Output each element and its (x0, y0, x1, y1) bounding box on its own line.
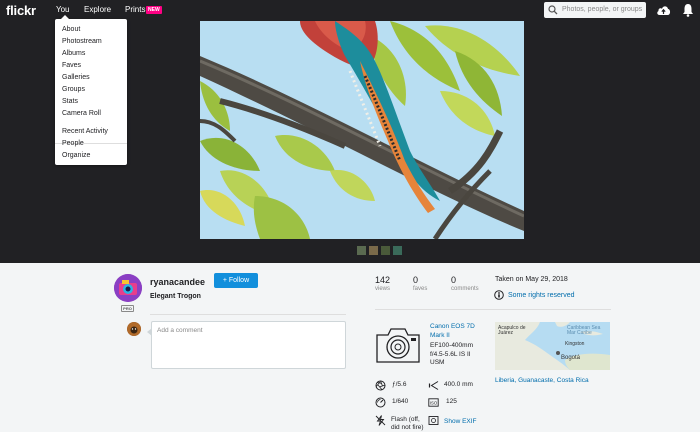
thumbnail[interactable] (381, 246, 390, 255)
location-link[interactable]: Liberia, Guanacaste, Costa Rica (495, 377, 589, 384)
thumbnail[interactable] (357, 246, 366, 255)
map-label-bogota: Bogotá (561, 355, 581, 361)
faves-label: faves (413, 286, 428, 292)
license-link[interactable]: Some rights reserved (508, 292, 575, 299)
thumbnail[interactable] (369, 246, 378, 255)
focal-length-icon (428, 381, 439, 390)
pro-badge: PRO (121, 305, 134, 312)
taken-date[interactable]: Taken on May 29, 2018 (495, 276, 568, 283)
you-dropdown-menu: About Photostream Albums Faves Galleries… (55, 15, 127, 165)
owner-avatar[interactable] (114, 274, 142, 302)
menu-item-people[interactable]: People (62, 140, 84, 147)
lens-line: f/4.5-5.6L IS II (430, 350, 471, 358)
show-exif-link[interactable]: Show EXIF (444, 418, 477, 425)
flickr-logo[interactable]: flickr (6, 3, 36, 18)
flash-icon (375, 415, 386, 426)
menu-item-galleries[interactable]: Galleries (62, 74, 90, 81)
exif-shutter: 1/640 (392, 398, 409, 405)
menu-item-stats[interactable]: Stats (62, 98, 78, 105)
camera-avatar-image (114, 274, 142, 302)
camera-model-line: Canon EOS 7D (430, 323, 475, 330)
nav-explore[interactable]: Explore (84, 5, 111, 14)
exif-iso: 125 (446, 398, 457, 405)
main-photo[interactable] (200, 21, 524, 239)
exif-info-icon (428, 416, 439, 425)
iso-icon: ISO (428, 398, 439, 407)
divider (375, 309, 611, 310)
user-avatar (127, 322, 141, 336)
lens-line: EF100-400mm (430, 342, 473, 349)
menu-item-faves[interactable]: Faves (62, 62, 81, 69)
comments-count[interactable]: 0 (451, 275, 456, 285)
map-label-acapulco: Acapulco de Juárez (498, 326, 526, 336)
camera-model-link[interactable]: Canon EOS 7D Mark II (430, 322, 485, 340)
menu-item-organize[interactable]: Organize (62, 152, 90, 159)
new-badge: NEW (146, 6, 162, 14)
exif-aperture: ƒ/5.6 (392, 381, 407, 388)
exif-focal-length: 400.0 mm (444, 381, 473, 388)
divider (150, 314, 346, 315)
owner-username[interactable]: ryanacandee (150, 277, 205, 287)
thumbnail[interactable] (393, 246, 402, 255)
views-count: 142 (375, 275, 391, 285)
upload-cloud-icon[interactable] (656, 4, 671, 16)
exif-flash: Flash (off, did not fire) (391, 416, 424, 432)
camera-lens: EF100-400mm f/4.5-5.6L IS II USM (430, 342, 485, 368)
creative-commons-icon (494, 290, 504, 300)
lens-line: USM (430, 359, 445, 366)
aperture-icon (375, 380, 386, 391)
bird-photo-image (200, 21, 524, 239)
notifications-bell-icon[interactable] (682, 3, 694, 17)
nav-prints[interactable]: Prints (125, 5, 145, 14)
svg-text:ISO: ISO (430, 400, 438, 405)
map-label-caribbean: Caribbean Sea Mar Caribe (567, 326, 600, 336)
map-label-line: Mar Caribe (567, 330, 592, 336)
search-icon (548, 5, 558, 15)
search-placeholder: Photos, people, or groups (562, 6, 643, 13)
dog-avatar-image (127, 322, 141, 336)
flash-line: Flash (off, (391, 416, 420, 423)
comments-label: comments (451, 286, 479, 292)
photo-title: Elegant Trogon (150, 293, 201, 300)
menu-item-albums[interactable]: Albums (62, 50, 85, 57)
shutter-speed-icon (375, 397, 386, 408)
dropdown-arrow (61, 15, 69, 19)
flash-line: did not fire) (391, 424, 424, 431)
top-nav: flickr You Explore Prints NEW Photos, pe… (0, 0, 700, 21)
map-label-kingston: Kingston (565, 341, 585, 347)
camera-icon (376, 328, 420, 363)
faves-count[interactable]: 0 (413, 275, 418, 285)
menu-item-photostream[interactable]: Photostream (62, 38, 102, 45)
nav-you[interactable]: You (56, 5, 70, 14)
comment-input[interactable]: Add a comment (147, 321, 346, 369)
menu-item-camera-roll[interactable]: Camera Roll (62, 110, 101, 117)
map-label-line: Juárez (498, 330, 514, 336)
views-label: views (375, 286, 391, 292)
search-input[interactable]: Photos, people, or groups (544, 2, 646, 18)
location-map[interactable]: Acapulco de Juárez Caribbean Sea Mar Car… (495, 322, 610, 370)
menu-item-groups[interactable]: Groups (62, 86, 85, 93)
comment-placeholder: Add a comment (157, 327, 203, 334)
menu-item-recent-activity[interactable]: Recent Activity (62, 128, 108, 135)
follow-button[interactable]: + Follow (214, 273, 258, 288)
camera-model-line: Mark II (430, 332, 450, 339)
menu-item-about[interactable]: About (62, 26, 80, 33)
